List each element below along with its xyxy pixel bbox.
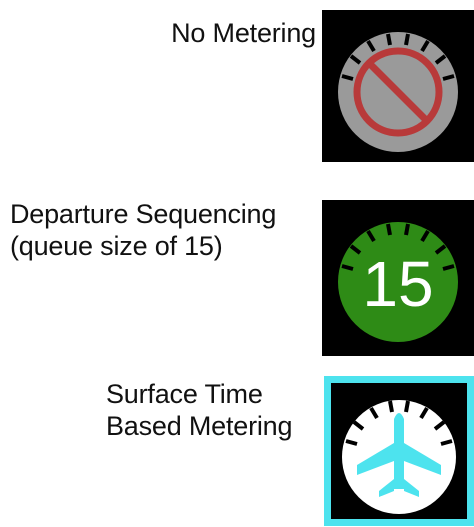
queue-size-value: 15 — [362, 248, 433, 320]
label-line: Based Metering — [106, 411, 293, 441]
mode-label-departure-sequencing: Departure Sequencing (queue size of 15) — [10, 198, 276, 262]
no-metering-indicator — [322, 10, 474, 162]
label-line: Surface Time — [106, 379, 263, 409]
mode-label-no-metering: No Metering — [171, 17, 316, 49]
label-line: No Metering — [171, 18, 316, 48]
departure-sequencing-indicator: 15 — [322, 200, 474, 356]
queue-count-dial: 15 — [338, 222, 458, 342]
surface-time-based-metering-indicator — [324, 376, 474, 526]
mode-label-surface-time-based-metering: Surface Time Based Metering — [106, 378, 293, 442]
mode-row-departure-sequencing: Departure Sequencing (queue size of 15) … — [0, 190, 474, 360]
label-line: Departure Sequencing — [10, 199, 277, 229]
mode-row-no-metering: No Metering — [0, 0, 474, 165]
label-line: (queue size of 15) — [10, 231, 223, 261]
airplane-icon — [342, 400, 456, 514]
mode-row-surface-time-based-metering: Surface Time Based Metering — [0, 372, 474, 527]
prohibited-icon — [338, 32, 458, 152]
